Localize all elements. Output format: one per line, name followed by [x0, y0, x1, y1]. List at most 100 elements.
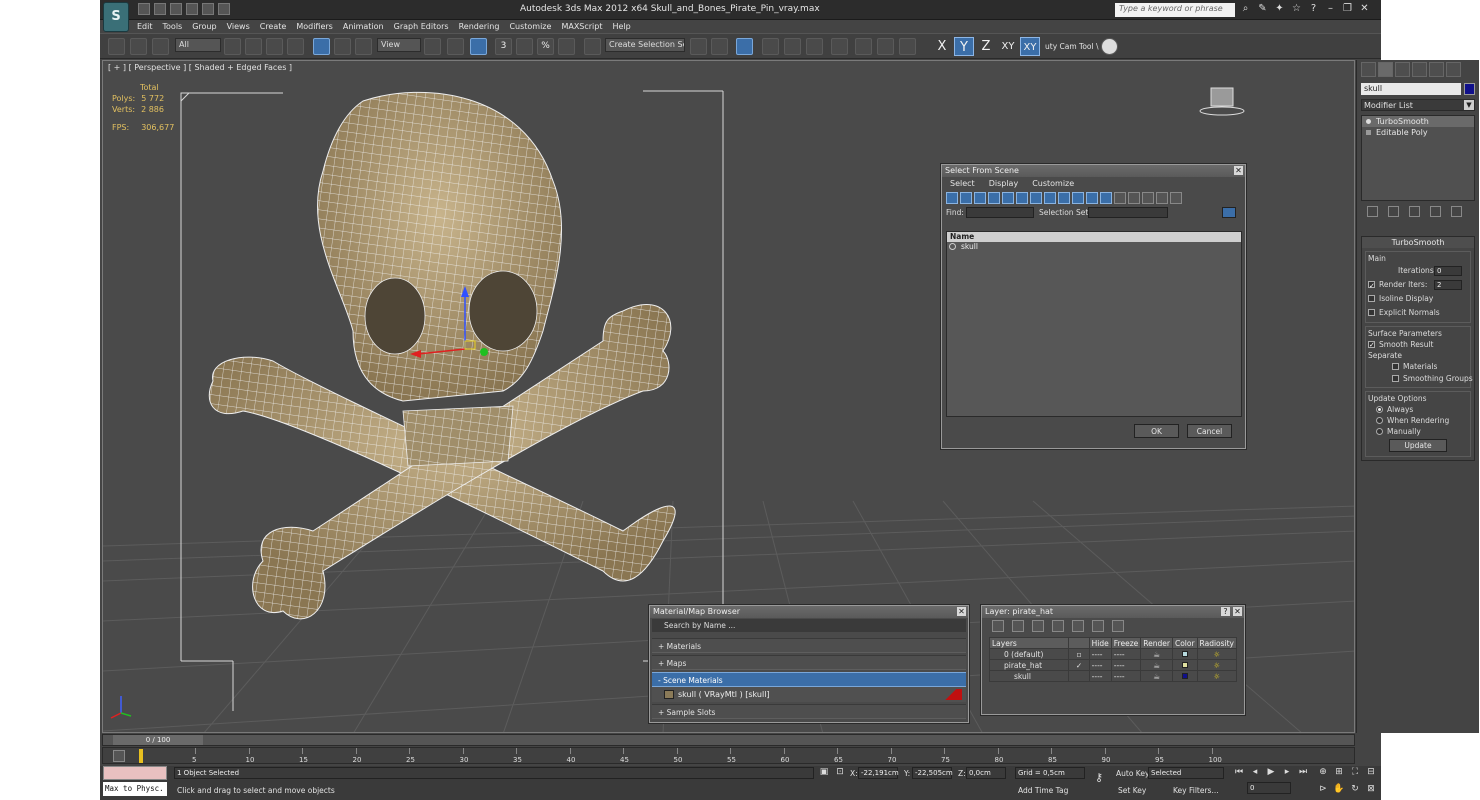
- name-column-header[interactable]: Name: [947, 232, 1241, 242]
- menu-help[interactable]: Help: [608, 20, 636, 33]
- menu-create[interactable]: Create: [255, 20, 292, 33]
- current-frame-field[interactable]: 0: [1247, 782, 1291, 794]
- materials-section[interactable]: + Materials: [652, 638, 966, 653]
- subscription-icon[interactable]: ✎: [1257, 3, 1268, 15]
- window-crossing-icon[interactable]: [287, 38, 304, 55]
- go-to-end-icon[interactable]: ⏭: [1297, 767, 1309, 778]
- teapot-icon[interactable]: ☕: [1140, 670, 1173, 682]
- close-icon[interactable]: ✕: [1234, 166, 1243, 175]
- filter-options-icon[interactable]: [1170, 192, 1182, 204]
- color-header[interactable]: Color: [1171, 637, 1198, 649]
- modifier-list-dropdown[interactable]: Modifier List ▼: [1361, 99, 1475, 111]
- separate-materials-checkbox[interactable]: [1392, 362, 1399, 370]
- axis-y-button[interactable]: Y: [954, 37, 974, 56]
- add-to-layer-icon[interactable]: [1032, 620, 1044, 632]
- update-always-radio[interactable]: [1376, 405, 1383, 413]
- snap-toggle-icon[interactable]: 3: [495, 38, 512, 55]
- hide-header[interactable]: Hide: [1088, 637, 1112, 649]
- x-coord-field[interactable]: -22,191cm: [858, 767, 899, 779]
- freeze-all-icon[interactable]: [1112, 620, 1124, 632]
- find-input[interactable]: [966, 207, 1034, 218]
- select-object-icon[interactable]: [224, 38, 241, 55]
- go-to-start-icon[interactable]: ⏮: [1233, 767, 1245, 778]
- communication-icon[interactable]: ✦: [1274, 3, 1285, 15]
- spinner-snap-icon[interactable]: [558, 38, 575, 55]
- radiosity-icon[interactable]: ☼: [1196, 659, 1238, 671]
- zoom-extents-icon[interactable]: ⛶: [1349, 767, 1361, 778]
- update-button[interactable]: Update: [1389, 439, 1447, 452]
- modify-tab-icon[interactable]: [1378, 62, 1393, 77]
- helpers-filter-icon[interactable]: [1002, 192, 1014, 204]
- binoculars-icon[interactable]: ⌕: [1240, 3, 1251, 15]
- pan-icon[interactable]: ✋: [1333, 784, 1345, 795]
- track-bar[interactable]: 5 10 15 20 25 30 35 40 45 50 55 60 65 70 75 80 85 90 95 100: [102, 747, 1355, 764]
- absolute-mode-icon[interactable]: ⊡: [834, 767, 846, 778]
- zoom-icon[interactable]: ⊕: [1317, 767, 1329, 778]
- update-when-rendering-radio[interactable]: [1376, 416, 1383, 424]
- table-row[interactable]: 0 (default) ▫ ---- ---- ☕ ☼: [988, 648, 1238, 660]
- delete-layer-icon[interactable]: [1012, 620, 1024, 632]
- field-of-view-icon[interactable]: ⊳: [1317, 784, 1329, 795]
- menu-modifiers[interactable]: Modifiers: [291, 20, 338, 33]
- containers-filter-icon[interactable]: [1072, 192, 1084, 204]
- project-folder-icon[interactable]: [218, 3, 230, 15]
- radiosity-icon[interactable]: ☼: [1196, 648, 1238, 660]
- table-row[interactable]: skull ---- ---- ☕ ☼: [988, 670, 1238, 682]
- create-tab-icon[interactable]: [1361, 62, 1376, 77]
- help-icon[interactable]: ?: [1308, 3, 1319, 15]
- axis-xy-button[interactable]: XY: [998, 37, 1018, 56]
- add-time-tag[interactable]: Add Time Tag: [1018, 786, 1068, 795]
- make-unique-icon[interactable]: [1409, 206, 1420, 217]
- named-selection-dropdown[interactable]: Create Selection Se: [605, 38, 685, 52]
- maps-section[interactable]: + Maps: [652, 655, 966, 670]
- search-input[interactable]: Type a keyword or phrase: [1115, 3, 1235, 17]
- set-key-button[interactable]: Set Key: [1118, 786, 1146, 795]
- close-icon[interactable]: ✕: [957, 607, 966, 616]
- close-icon[interactable]: ✕: [1359, 3, 1370, 15]
- menu-edit[interactable]: Edit: [132, 20, 158, 33]
- select-in-layer-icon[interactable]: [1052, 620, 1064, 632]
- object-name-field[interactable]: skull: [1361, 83, 1461, 95]
- app-logo-icon[interactable]: S: [103, 2, 129, 32]
- current-layer-check-icon[interactable]: ✓: [1068, 659, 1090, 671]
- pivot-center-icon[interactable]: [424, 38, 441, 55]
- axis-z-button[interactable]: Z: [976, 37, 996, 56]
- selection-filter-dropdown[interactable]: All: [175, 38, 221, 52]
- menu-display[interactable]: Display: [989, 177, 1019, 190]
- select-scale-icon[interactable]: [355, 38, 372, 55]
- menu-maxscript[interactable]: MAXScript: [556, 20, 607, 33]
- skull-script-icon[interactable]: [1101, 38, 1118, 55]
- auto-key-button[interactable]: Auto Key: [1116, 769, 1149, 778]
- sample-slots-section[interactable]: + Sample Slots: [652, 704, 966, 719]
- keyboard-shortcut-override-icon[interactable]: [470, 38, 487, 55]
- save-file-icon[interactable]: [170, 3, 182, 15]
- open-file-icon[interactable]: [154, 3, 166, 15]
- spacewarps-filter-icon[interactable]: [1016, 192, 1028, 204]
- key-icon[interactable]: ⚷: [1090, 772, 1108, 783]
- time-slider-track[interactable]: 0 / 100: [102, 734, 1355, 746]
- menu-graph-editors[interactable]: Graph Editors: [389, 20, 454, 33]
- rect-selection-icon[interactable]: [266, 38, 283, 55]
- perspective-viewport[interactable]: [ + ] [ Perspective ] [ Shaded + Edged F…: [102, 60, 1355, 733]
- material-editor-icon[interactable]: [831, 38, 848, 55]
- stack-item-editable-poly[interactable]: Editable Poly: [1362, 127, 1474, 138]
- pin-stack-icon[interactable]: [1367, 206, 1378, 217]
- teapot-icon[interactable]: ☕: [1140, 659, 1173, 671]
- menu-select[interactable]: Select: [950, 177, 975, 190]
- expand-icon[interactable]: [1366, 130, 1371, 135]
- motion-tab-icon[interactable]: [1412, 62, 1427, 77]
- smooth-result-checkbox[interactable]: [1368, 339, 1375, 351]
- lights-filter-icon[interactable]: [974, 192, 986, 204]
- render-setup-icon[interactable]: [855, 38, 872, 55]
- sync-selection-icon[interactable]: [1222, 207, 1236, 218]
- geometry-filter-icon[interactable]: [946, 192, 958, 204]
- select-move-icon[interactable]: [313, 38, 330, 55]
- scene-material-item[interactable]: skull ( VRayMtl ) [skull]: [652, 687, 966, 702]
- unlink-icon[interactable]: [130, 38, 147, 55]
- graphite-ribbon-icon[interactable]: [762, 38, 779, 55]
- mirror-icon[interactable]: [690, 38, 707, 55]
- hierarchy-tab-icon[interactable]: [1395, 62, 1410, 77]
- render-production-icon[interactable]: [899, 38, 916, 55]
- zoom-all-icon[interactable]: ⊞: [1333, 767, 1345, 778]
- show-end-result-icon[interactable]: [1388, 206, 1399, 217]
